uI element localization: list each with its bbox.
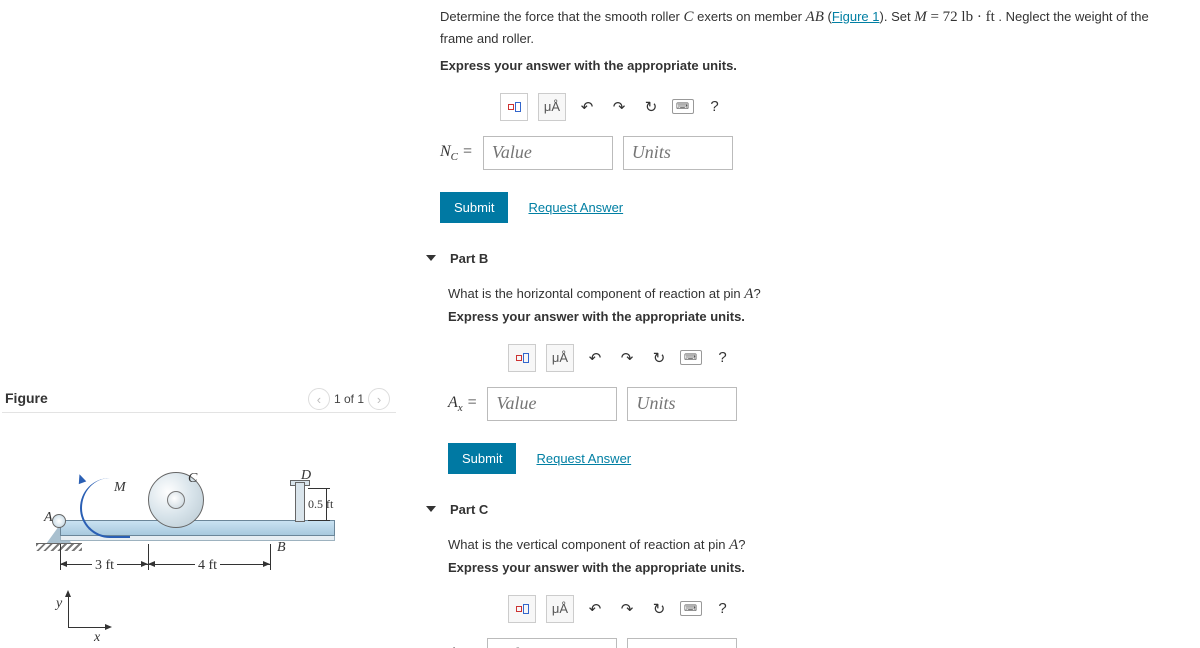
figure-counter: 1 of 1 <box>334 392 364 406</box>
answer-row-a: NC = <box>440 136 1180 170</box>
templates-icon[interactable] <box>508 595 536 623</box>
submit-button-a[interactable]: Submit <box>440 192 508 223</box>
reset-icon[interactable]: ↻ <box>648 598 670 620</box>
undo-icon[interactable]: ↶ <box>584 347 606 369</box>
dim-4ft: 4 ft <box>195 558 220 574</box>
part-b-question: What is the horizontal component of reac… <box>448 286 1180 303</box>
answer-toolbar-c: μÅ ↶ ↷ ↻ ⌨ ? <box>508 595 734 623</box>
chevron-down-icon <box>426 255 436 261</box>
label-D: D <box>301 468 311 484</box>
templates-icon[interactable] <box>508 344 536 372</box>
units-prompt-c: Express your answer with the appropriate… <box>448 560 1180 575</box>
divider <box>2 412 396 413</box>
dim-3ft: 3 ft <box>92 558 117 574</box>
keyboard-icon[interactable]: ⌨ <box>680 350 702 365</box>
label-A: A <box>44 510 53 526</box>
request-answer-a[interactable]: Request Answer <box>528 200 623 215</box>
help-icon[interactable]: ? <box>704 96 726 118</box>
redo-icon[interactable]: ↷ <box>616 598 638 620</box>
help-icon[interactable]: ? <box>712 347 734 369</box>
answer-toolbar-a: μÅ ↶ ↷ ↻ ⌨ ? <box>500 93 726 121</box>
figure-nav: ‹ 1 of 1 › <box>308 388 390 410</box>
answer-toolbar-b: μÅ ↶ ↷ ↻ ⌨ ? <box>508 344 734 372</box>
templates-icon[interactable] <box>500 93 528 121</box>
part-c-header[interactable]: Part C <box>426 502 1180 517</box>
chevron-down-icon <box>426 506 436 512</box>
reset-icon[interactable]: ↻ <box>648 347 670 369</box>
request-answer-b[interactable]: Request Answer <box>536 451 631 466</box>
part-b-header[interactable]: Part B <box>426 251 1180 266</box>
figure-heading: Figure <box>5 390 48 406</box>
help-icon[interactable]: ? <box>712 598 734 620</box>
units-prompt-a: Express your answer with the appropriate… <box>440 58 1180 73</box>
figure-next[interactable]: › <box>368 388 390 410</box>
part-c-question: What is the vertical component of reacti… <box>448 537 1180 554</box>
keyboard-icon[interactable]: ⌨ <box>672 99 694 114</box>
value-input-a[interactable] <box>483 136 613 170</box>
figure-link[interactable]: Figure 1 <box>832 9 880 24</box>
axis-y-label: y <box>56 596 62 612</box>
units-prompt-b: Express your answer with the appropriate… <box>448 309 1180 324</box>
problem-statement: Determine the force that the smooth roll… <box>440 5 1180 50</box>
answer-symbol-ax: Ax = <box>448 394 477 414</box>
answer-symbol-nc: NC = <box>440 143 473 163</box>
units-input-a[interactable] <box>623 136 733 170</box>
submit-button-b[interactable]: Submit <box>448 443 516 474</box>
axis-x-label: x <box>94 630 100 646</box>
symbols-icon[interactable]: μÅ <box>546 344 574 372</box>
redo-icon[interactable]: ↷ <box>608 96 630 118</box>
units-input-c[interactable] <box>627 638 737 648</box>
label-M: M <box>114 480 126 496</box>
redo-icon[interactable]: ↷ <box>616 347 638 369</box>
reset-icon[interactable]: ↻ <box>640 96 662 118</box>
dim-05ft: 0.5 ft <box>308 497 333 512</box>
units-input-b[interactable] <box>627 387 737 421</box>
symbols-icon[interactable]: μÅ <box>546 595 574 623</box>
label-C: C <box>188 471 197 487</box>
label-B: B <box>277 540 286 556</box>
symbols-icon[interactable]: μÅ <box>538 93 566 121</box>
figure-diagram: M A B C D 3 ft 4 ft 0.5 ft <box>30 440 380 640</box>
undo-icon[interactable]: ↶ <box>576 96 598 118</box>
value-input-c[interactable] <box>487 638 617 648</box>
keyboard-icon[interactable]: ⌨ <box>680 601 702 616</box>
value-input-b[interactable] <box>487 387 617 421</box>
figure-prev[interactable]: ‹ <box>308 388 330 410</box>
undo-icon[interactable]: ↶ <box>584 598 606 620</box>
